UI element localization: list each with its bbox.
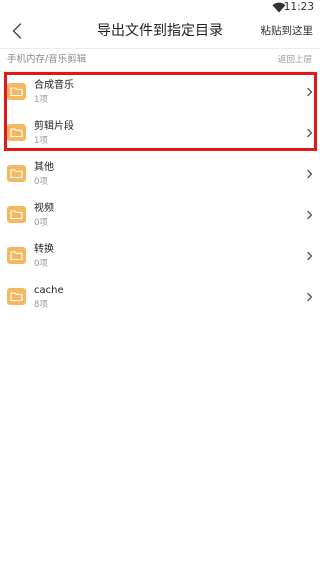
chevron-right-icon [307, 128, 313, 138]
folder-row[interactable]: 剪辑片段 1项 [0, 113, 320, 154]
folder-name: cache [34, 285, 64, 296]
chevron-right-icon [307, 87, 313, 97]
folder-icon [7, 165, 26, 182]
folder-icon [7, 206, 26, 223]
folder-row[interactable]: 合成音乐 1项 [0, 72, 320, 113]
folder-item-count: 1项 [34, 95, 48, 105]
folder-name: 转换 [34, 244, 54, 255]
folder-row[interactable]: 视频 0项 [0, 195, 320, 236]
folder-item-count: 0项 [34, 259, 48, 269]
status-bar: 11:23 [0, 0, 320, 14]
folder-icon [7, 83, 26, 100]
folder-row[interactable]: 转换 0项 [0, 236, 320, 277]
folder-name: 剪辑片段 [34, 121, 74, 132]
current-path: 手机内存/音乐剪辑 [7, 54, 87, 65]
folder-name: 其他 [34, 162, 54, 173]
folder-icon [7, 288, 26, 305]
folder-name: 视频 [34, 203, 54, 214]
folder-item-count: 1项 [34, 136, 48, 146]
chevron-right-icon [307, 292, 313, 302]
folder-item-count: 8项 [34, 300, 48, 310]
chevron-right-icon [307, 251, 313, 261]
folder-row[interactable]: cache 8项 [0, 277, 320, 318]
title-bar: 导出文件到指定目录 粘贴到这里 [0, 14, 320, 48]
path-bar: 手机内存/音乐剪辑 返回上层 [0, 48, 320, 72]
go-up-button[interactable]: 返回上层 [278, 49, 312, 71]
status-time: 11:23 [283, 1, 314, 13]
chevron-right-icon [307, 169, 313, 179]
folder-icon [7, 124, 26, 141]
folder-icon [7, 247, 26, 264]
chevron-right-icon [307, 210, 313, 220]
folder-name: 合成音乐 [34, 80, 74, 91]
folder-row[interactable]: 其他 0项 [0, 154, 320, 195]
folder-item-count: 0项 [34, 218, 48, 228]
folder-list: 合成音乐 1项 剪辑片段 1项 其他 0项 视频 0项 转换 0项 cache 8项 [0, 72, 320, 318]
paste-here-button[interactable]: 粘贴到这里 [261, 14, 314, 48]
folder-item-count: 0项 [34, 177, 48, 187]
